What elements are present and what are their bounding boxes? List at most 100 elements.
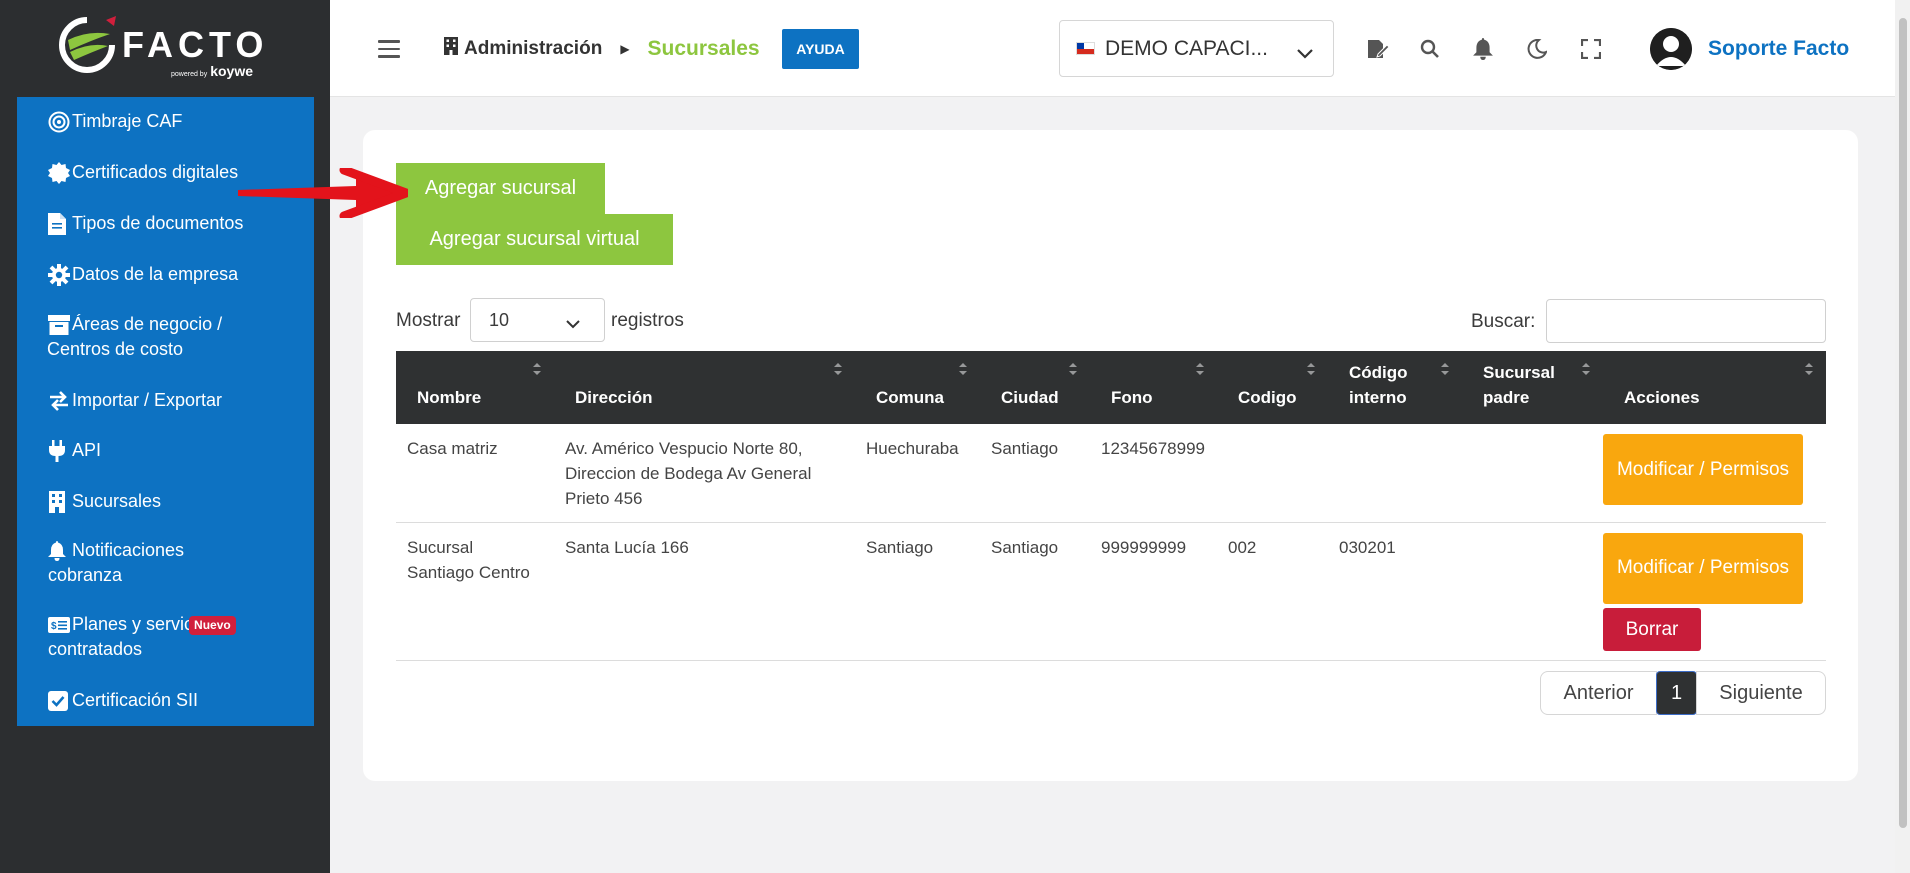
cell-comuna: Huechuraba: [855, 424, 980, 523]
user-name[interactable]: Soporte Facto: [1708, 37, 1849, 61]
add-branch-button[interactable]: Agregar sucursal: [396, 163, 605, 214]
svg-text:$: $: [51, 621, 57, 632]
column-header[interactable]: Acciones: [1603, 351, 1826, 424]
bell-icon[interactable]: [1471, 37, 1495, 61]
column-header-label: Codigo: [1238, 388, 1297, 407]
sidebar-item-label: Importar / Exportar: [72, 390, 223, 410]
sidebar-item-sucursales[interactable]: Sucursales: [48, 489, 161, 514]
column-header[interactable]: Código interno: [1328, 351, 1462, 424]
sort-icon[interactable]: [1195, 357, 1205, 375]
cell-codigo-interno: 030201: [1328, 522, 1462, 661]
bell-icon: [48, 538, 72, 563]
cell-nombre: Casa matriz: [396, 424, 554, 523]
cell-ciudad: Santiago: [980, 522, 1090, 661]
company-name: DEMO CAPACI...: [1105, 36, 1268, 60]
column-header-label-2: padre: [1483, 388, 1530, 407]
column-header-label: Fono: [1111, 388, 1153, 407]
sort-icon[interactable]: [1581, 357, 1591, 375]
column-header[interactable]: Nombre: [396, 351, 554, 424]
sidebar-item-label-2: contratados: [48, 639, 143, 659]
sidebar-item-label: Áreas de negocio /: [72, 314, 223, 334]
certificate-icon: [48, 160, 72, 185]
top-header: Administración ▶ Sucursales AYUDA DEMO C…: [330, 0, 1895, 97]
column-header[interactable]: Fono: [1090, 351, 1217, 424]
gear-icon: [48, 262, 72, 287]
column-header[interactable]: Sucursal padre: [1462, 351, 1603, 424]
plug-icon: [48, 438, 72, 463]
page-scrollbar[interactable]: [1895, 0, 1910, 873]
sidebar-item-api[interactable]: API: [48, 438, 101, 463]
sidebar-item-label: API: [72, 440, 102, 460]
sidebar-item-notificaciones[interactable]: Notificaciones cobranza: [48, 538, 184, 588]
money-icon: $: [48, 612, 72, 637]
table-header-row: Nombre Dirección Comuna Ciudad Fono Codigo Cód…: [396, 351, 1826, 424]
sort-icon[interactable]: [1306, 357, 1316, 375]
column-header-label: Código: [1349, 363, 1408, 382]
brand-partner: powered by koywe: [171, 63, 254, 79]
sort-icon[interactable]: [532, 357, 542, 375]
sidebar-item-tipos-documentos[interactable]: Tipos de documentos: [48, 211, 243, 236]
cell-fono: 999999999: [1090, 522, 1217, 661]
fullscreen-icon[interactable]: [1579, 37, 1603, 61]
cell-sucursal-padre: [1462, 522, 1603, 661]
modify-permissions-button[interactable]: Modificar / Permisos: [1603, 532, 1803, 604]
column-header[interactable]: Comuna: [855, 351, 980, 424]
modify-permissions-button[interactable]: Modificar / Permisos: [1603, 434, 1803, 505]
sidebar-item-label: Tipos de documentos: [72, 213, 244, 233]
moon-icon[interactable]: [1525, 37, 1549, 61]
cell-ciudad: Santiago: [980, 424, 1090, 523]
sort-icon[interactable]: [833, 357, 843, 375]
sidebar-item-label: Certificados digitales: [72, 162, 239, 182]
sidebar-item-datos-empresa[interactable]: Datos de la empresa: [48, 262, 238, 287]
swap-icon: [48, 388, 72, 413]
sidebar-item-certificados[interactable]: Certificados digitales: [48, 160, 238, 185]
cell-fono: 12345678999: [1090, 424, 1217, 523]
show-label: Mostrar: [396, 310, 461, 331]
cell-acciones: Modificar / Permisos Borrar: [1603, 522, 1826, 661]
check-square-icon: [48, 688, 72, 713]
page-length-value: 10: [489, 309, 510, 330]
sidebar-item-label: Sucursales: [72, 491, 162, 511]
cell-comuna: Santiago: [855, 522, 980, 661]
sort-icon[interactable]: [1440, 357, 1450, 375]
sort-icon[interactable]: [958, 357, 968, 375]
sort-icon[interactable]: [1804, 357, 1814, 375]
records-label: registros: [611, 310, 684, 331]
avatar[interactable]: [1650, 28, 1692, 70]
cell-direccion: Santa Lucía 166: [554, 522, 855, 661]
sidebar-item-label: Certificación SII: [72, 690, 199, 710]
facto-logo[interactable]: FACTO powered by koywe: [58, 14, 278, 84]
sidebar-item-label: Notificaciones: [72, 540, 185, 560]
column-header[interactable]: Dirección: [554, 351, 855, 424]
menu-toggle-icon[interactable]: [378, 40, 400, 58]
add-virtual-branch-button[interactable]: Agregar sucursal virtual: [396, 214, 673, 265]
sidebar-item-areas-negocio[interactable]: Áreas de negocio / Centros de costo: [47, 312, 223, 362]
sidebar-item-planes[interactable]: $ Planes y servic Nuevo contratados: [48, 612, 236, 662]
page-length-select[interactable]: 10: [470, 298, 605, 342]
sort-icon[interactable]: [1068, 357, 1078, 375]
new-badge: Nuevo: [189, 616, 236, 635]
edit-document-icon[interactable]: [1366, 37, 1390, 61]
search-input[interactable]: [1546, 299, 1826, 343]
cell-codigo: 002: [1217, 522, 1328, 661]
column-header[interactable]: Ciudad: [980, 351, 1090, 424]
scrollbar-thumb[interactable]: [1899, 18, 1907, 828]
company-selector[interactable]: DEMO CAPACI...: [1059, 20, 1334, 77]
column-header-label: Ciudad: [1001, 388, 1059, 407]
pagination-page-1[interactable]: 1: [1656, 671, 1697, 715]
sidebar-item-importar-exportar[interactable]: Importar / Exportar: [48, 388, 222, 413]
chevron-down-icon: [566, 313, 580, 334]
search-icon[interactable]: [1418, 37, 1442, 61]
sidebar-item-certificacion-sii[interactable]: Certificación SII: [48, 688, 198, 713]
branches-table: Nombre Dirección Comuna Ciudad Fono Codigo Cód…: [396, 351, 1826, 661]
breadcrumb-root[interactable]: Administración: [464, 38, 602, 60]
column-header[interactable]: Codigo: [1217, 351, 1328, 424]
sidebar-item-timbraje-caf[interactable]: Timbraje CAF: [48, 109, 182, 134]
chevron-down-icon: [1297, 41, 1313, 65]
help-button[interactable]: AYUDA: [782, 29, 859, 69]
pagination-next[interactable]: Siguiente: [1696, 671, 1826, 715]
cell-acciones: Modificar / Permisos: [1603, 424, 1826, 523]
cell-codigo: [1217, 424, 1328, 523]
delete-button[interactable]: Borrar: [1603, 607, 1701, 651]
pagination-previous[interactable]: Anterior: [1540, 671, 1657, 715]
